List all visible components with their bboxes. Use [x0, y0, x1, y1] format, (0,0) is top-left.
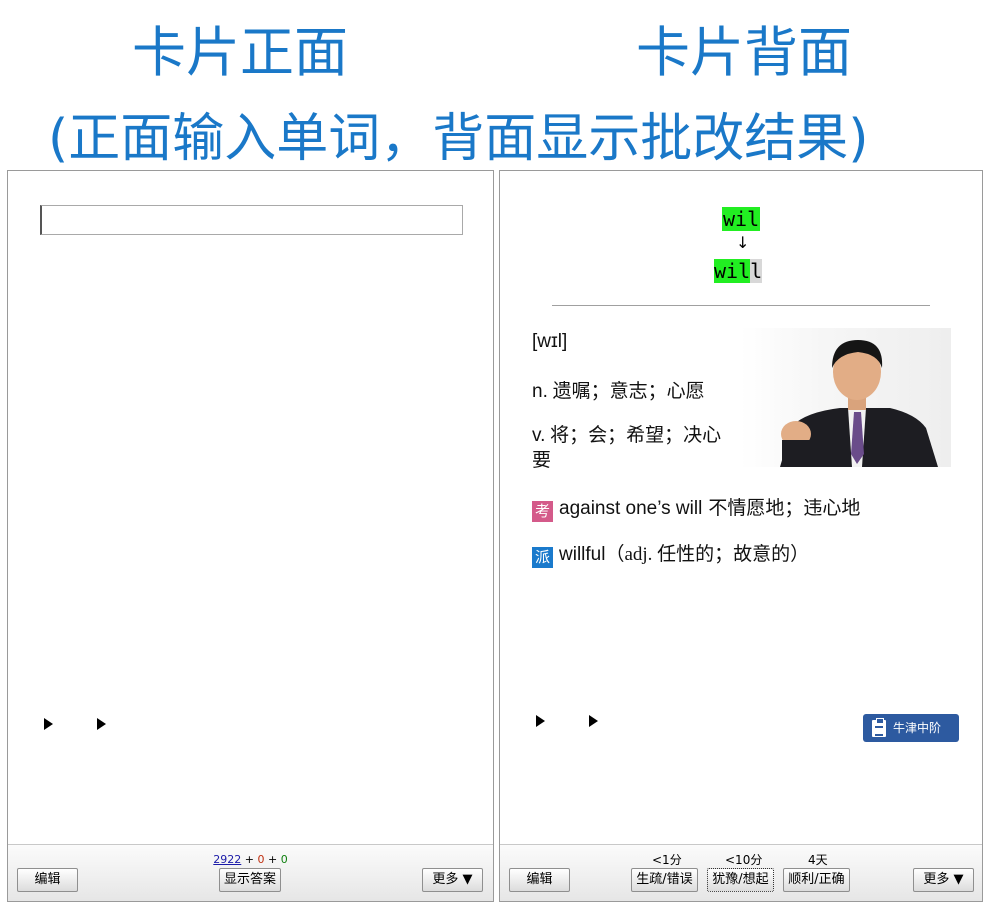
correct-word-matched: wil	[714, 259, 751, 283]
due-counts: 2922 + 0 + 0	[8, 853, 493, 866]
count-separator: +	[244, 853, 254, 866]
phonetic: [wɪl]	[532, 331, 568, 352]
word-input[interactable]	[40, 205, 463, 235]
bottom-toolbar: 2922 + 0 + 0 编辑 显示答案 更多 ▼	[8, 844, 493, 901]
correct-word: will	[714, 259, 763, 283]
typed-word: wil	[722, 207, 761, 231]
play-audio-icon[interactable]	[589, 715, 598, 727]
card-back-panel: wil ↓ will [wɪl] n. 遗嘱；意志；心愿 v. 将；会；希望；决…	[499, 170, 983, 902]
dictionary-badge[interactable]: 牛津中阶	[863, 714, 959, 742]
card-front-panel: 2922 + 0 + 0 编辑 显示答案 更多 ▼	[7, 170, 494, 902]
phrase-exam: 考 against one’s will 不情愿地；违心地	[532, 493, 860, 522]
divider	[552, 305, 930, 306]
answer-button-good[interactable]: 顺利/正确	[783, 868, 850, 892]
definition-verb: v. 将；会；希望；决心要	[532, 423, 732, 473]
phrase-derived: 派 willful（adj. 任性的；故意的）	[532, 539, 809, 568]
new-count[interactable]: 2922	[213, 853, 241, 866]
definition-noun: n. 遗嘱；意志；心愿	[532, 376, 705, 403]
more-button[interactable]: 更多 ▼	[913, 868, 974, 892]
bottom-toolbar: 编辑 <1分 生疏/错误 <10分 犹豫/想起 4天 顺利/正确 更多 ▼	[500, 844, 982, 901]
answer-button-hard[interactable]: 犹豫/想起	[707, 868, 774, 892]
heading-card-front: 卡片正面	[132, 21, 348, 84]
edit-button[interactable]: 编辑	[17, 868, 78, 892]
phrase-chinese: 不情愿地；违心地	[708, 498, 861, 519]
interval-label-again: <1分	[652, 853, 682, 867]
dictionary-badge-label: 牛津中阶	[893, 721, 942, 735]
heading-subtitle: (正面输入单词，背面显示批改结果)	[48, 109, 869, 169]
learning-count: 0	[257, 853, 265, 866]
phrase-chinese: （adj. 任性的；故意的）	[605, 544, 810, 565]
play-audio-icon[interactable]	[536, 715, 545, 727]
phrase-english: against one’s will	[559, 498, 703, 519]
down-arrow-icon: ↓	[736, 233, 750, 252]
businessman-illustration	[780, 340, 938, 467]
phrase-english: willful	[559, 544, 606, 565]
derived-tag-icon: 派	[532, 547, 553, 568]
definition-text: 将；会；希望；决心要	[532, 425, 722, 471]
part-of-speech: v.	[532, 425, 546, 446]
play-audio-icon[interactable]	[97, 718, 106, 730]
show-answer-button[interactable]: 显示答案	[219, 868, 281, 892]
answer-button-again[interactable]: 生疏/错误	[631, 868, 698, 892]
exam-tag-icon: 考	[532, 501, 553, 522]
play-audio-icon[interactable]	[44, 718, 53, 730]
count-separator: +	[268, 853, 278, 866]
review-count: 0	[280, 853, 288, 866]
edit-button[interactable]: 编辑	[509, 868, 570, 892]
clipboard-icon	[872, 718, 886, 737]
interval-label-hard: <10分	[725, 853, 763, 867]
heading-card-back: 卡片背面	[636, 21, 852, 84]
definition-text: 遗嘱；意志；心愿	[552, 381, 705, 402]
more-button[interactable]: 更多 ▼	[422, 868, 483, 892]
correct-word-missing: l	[750, 259, 763, 283]
word-illustration-image	[740, 328, 951, 467]
interval-label-good: 4天	[808, 853, 828, 867]
part-of-speech: n.	[532, 381, 548, 402]
